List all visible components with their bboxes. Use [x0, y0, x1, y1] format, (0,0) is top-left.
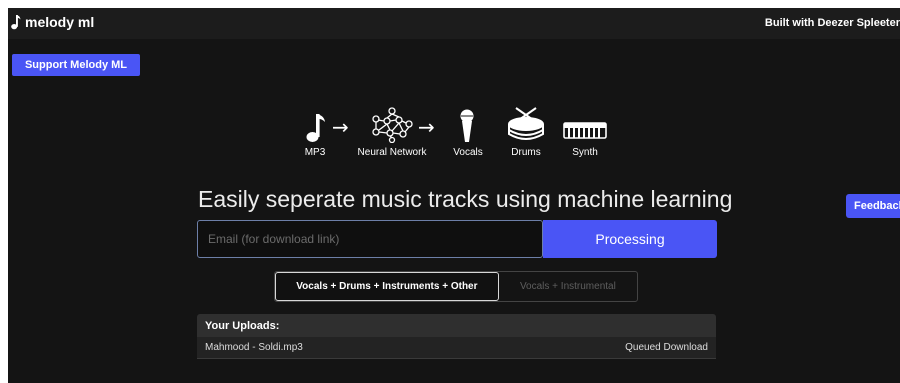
built-with-link[interactable]: Built with Deezer Spleeter — [765, 17, 900, 29]
mode-option-two-stems[interactable]: Vocals + Instrumental — [499, 272, 637, 301]
processing-button[interactable]: Processing — [543, 220, 717, 258]
pipeline-label-neural-network: Neural Network — [357, 147, 427, 158]
music-note-icon — [306, 112, 326, 144]
uploads-panel: Your Uploads: Mahmood - Soldi.mp3 Queued… — [197, 314, 716, 359]
pipeline-label-vocals: Vocals — [453, 147, 483, 158]
pipeline-label-synth: Synth — [572, 147, 598, 158]
upload-row[interactable]: Mahmood - Soldi.mp3 Queued Download — [197, 337, 716, 359]
upload-filename: Mahmood - Soldi.mp3 — [205, 342, 303, 353]
pipeline-label-mp3: MP3 — [304, 147, 326, 158]
music-note-icon — [11, 14, 21, 30]
uploads-title: Your Uploads: — [197, 314, 716, 337]
upload-status: Queued Download — [625, 342, 708, 353]
brand-name: melody ml — [25, 14, 95, 30]
support-button[interactable]: Support Melody ML — [12, 54, 140, 76]
separation-mode-toggle: Vocals + Drums + Instruments + Other Voc… — [274, 271, 638, 302]
keyboard-icon — [563, 122, 607, 139]
arrow-icon: → — [418, 115, 435, 139]
page-headline: Easily seperate music tracks using machi… — [198, 186, 733, 212]
app-window: melody ml Built with Deezer Spleeter Sup… — [8, 8, 900, 383]
brand[interactable]: melody ml — [11, 14, 94, 30]
feedback-button[interactable]: Feedback — [846, 194, 900, 218]
drum-icon — [506, 107, 546, 143]
top-bar: melody ml Built with Deezer Spleeter — [8, 8, 900, 39]
pipeline-label-drums: Drums — [511, 147, 541, 158]
neural-network-icon — [370, 107, 414, 143]
email-field[interactable] — [197, 220, 543, 258]
arrow-icon: → — [332, 115, 349, 139]
mode-option-four-stems[interactable]: Vocals + Drums + Instruments + Other — [275, 272, 499, 301]
microphone-icon — [459, 109, 475, 143]
